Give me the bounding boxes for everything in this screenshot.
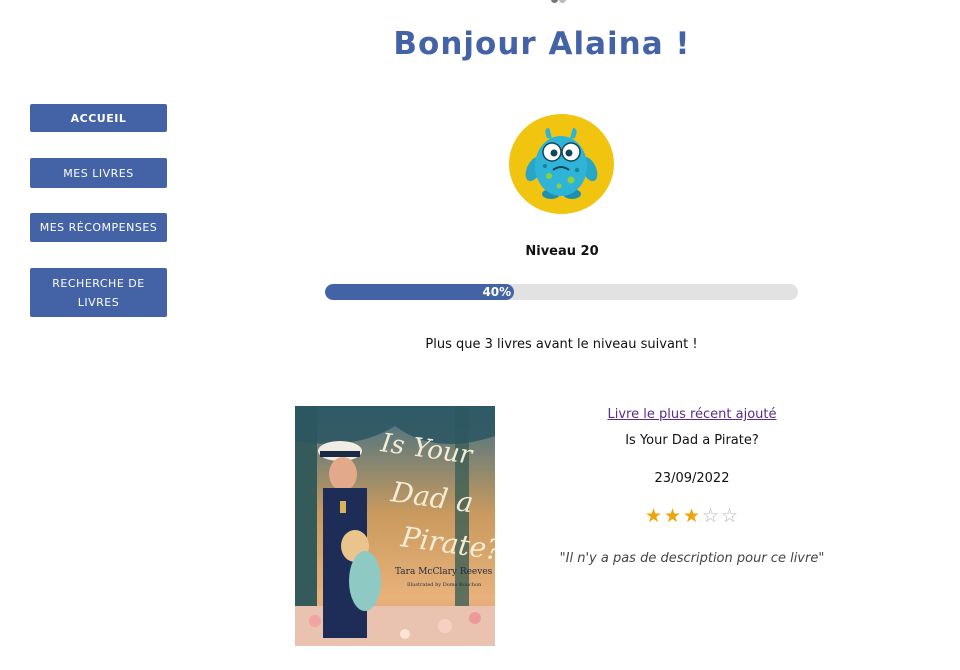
- level-progress-text: 40%: [482, 285, 512, 299]
- nav-button-label: ACCUEIL: [70, 111, 127, 125]
- avatar: [509, 114, 614, 214]
- level-progress-bar: 40%: [325, 284, 798, 300]
- book-description: "Il n'y a pas de description pour ce liv…: [559, 551, 825, 566]
- level-progress-fill: 40%: [325, 284, 515, 300]
- level-label: Niveau 20: [525, 244, 599, 259]
- book-added-date: 23/09/2022: [654, 471, 730, 486]
- nav-button-recherche-de-livres[interactable]: RECHERCHE DE LIVRES: [30, 268, 167, 317]
- star-filled-icon: ★: [644, 506, 664, 527]
- nav-button-label: MES RÉCOMPENSES: [39, 221, 158, 234]
- blue-monster-icon: [525, 128, 598, 199]
- star-filled-icon: ★: [682, 506, 702, 527]
- book-title: Is Your Dad a Pirate?: [625, 433, 759, 448]
- star-empty-icon: ☆: [720, 506, 740, 527]
- svg-text:Tara McClary Reeves: Tara McClary Reeves: [395, 567, 493, 577]
- svg-text:Illustrated by Dome Bouchon: Illustrated by Dome Bouchon: [407, 582, 482, 588]
- next-level-message: Plus que 3 livres avant le niveau suivan…: [425, 337, 698, 352]
- nav-button-label: RECHERCHE DE LIVRES: [52, 276, 145, 309]
- nav-button-mes-recompenses[interactable]: MES RÉCOMPENSES: [30, 213, 167, 242]
- book-cover-image[interactable]: Is Your Dad a Pirate? Tara McClary Reeve…: [295, 406, 495, 646]
- nav-button-accueil[interactable]: ACCUEIL: [30, 104, 167, 132]
- book-rating: ★★★☆☆: [592, 505, 792, 528]
- nav-button-label: MES LIVRES: [63, 166, 134, 180]
- star-empty-icon: ☆: [701, 506, 721, 527]
- recent-book-link[interactable]: Livre le plus récent ajouté: [592, 407, 792, 422]
- page-title: Bonjour Alaina !: [393, 26, 691, 62]
- star-filled-icon: ★: [663, 506, 683, 527]
- nav-button-mes-livres[interactable]: MES LIVRES: [30, 158, 167, 188]
- loading-indicator: [548, 0, 572, 4]
